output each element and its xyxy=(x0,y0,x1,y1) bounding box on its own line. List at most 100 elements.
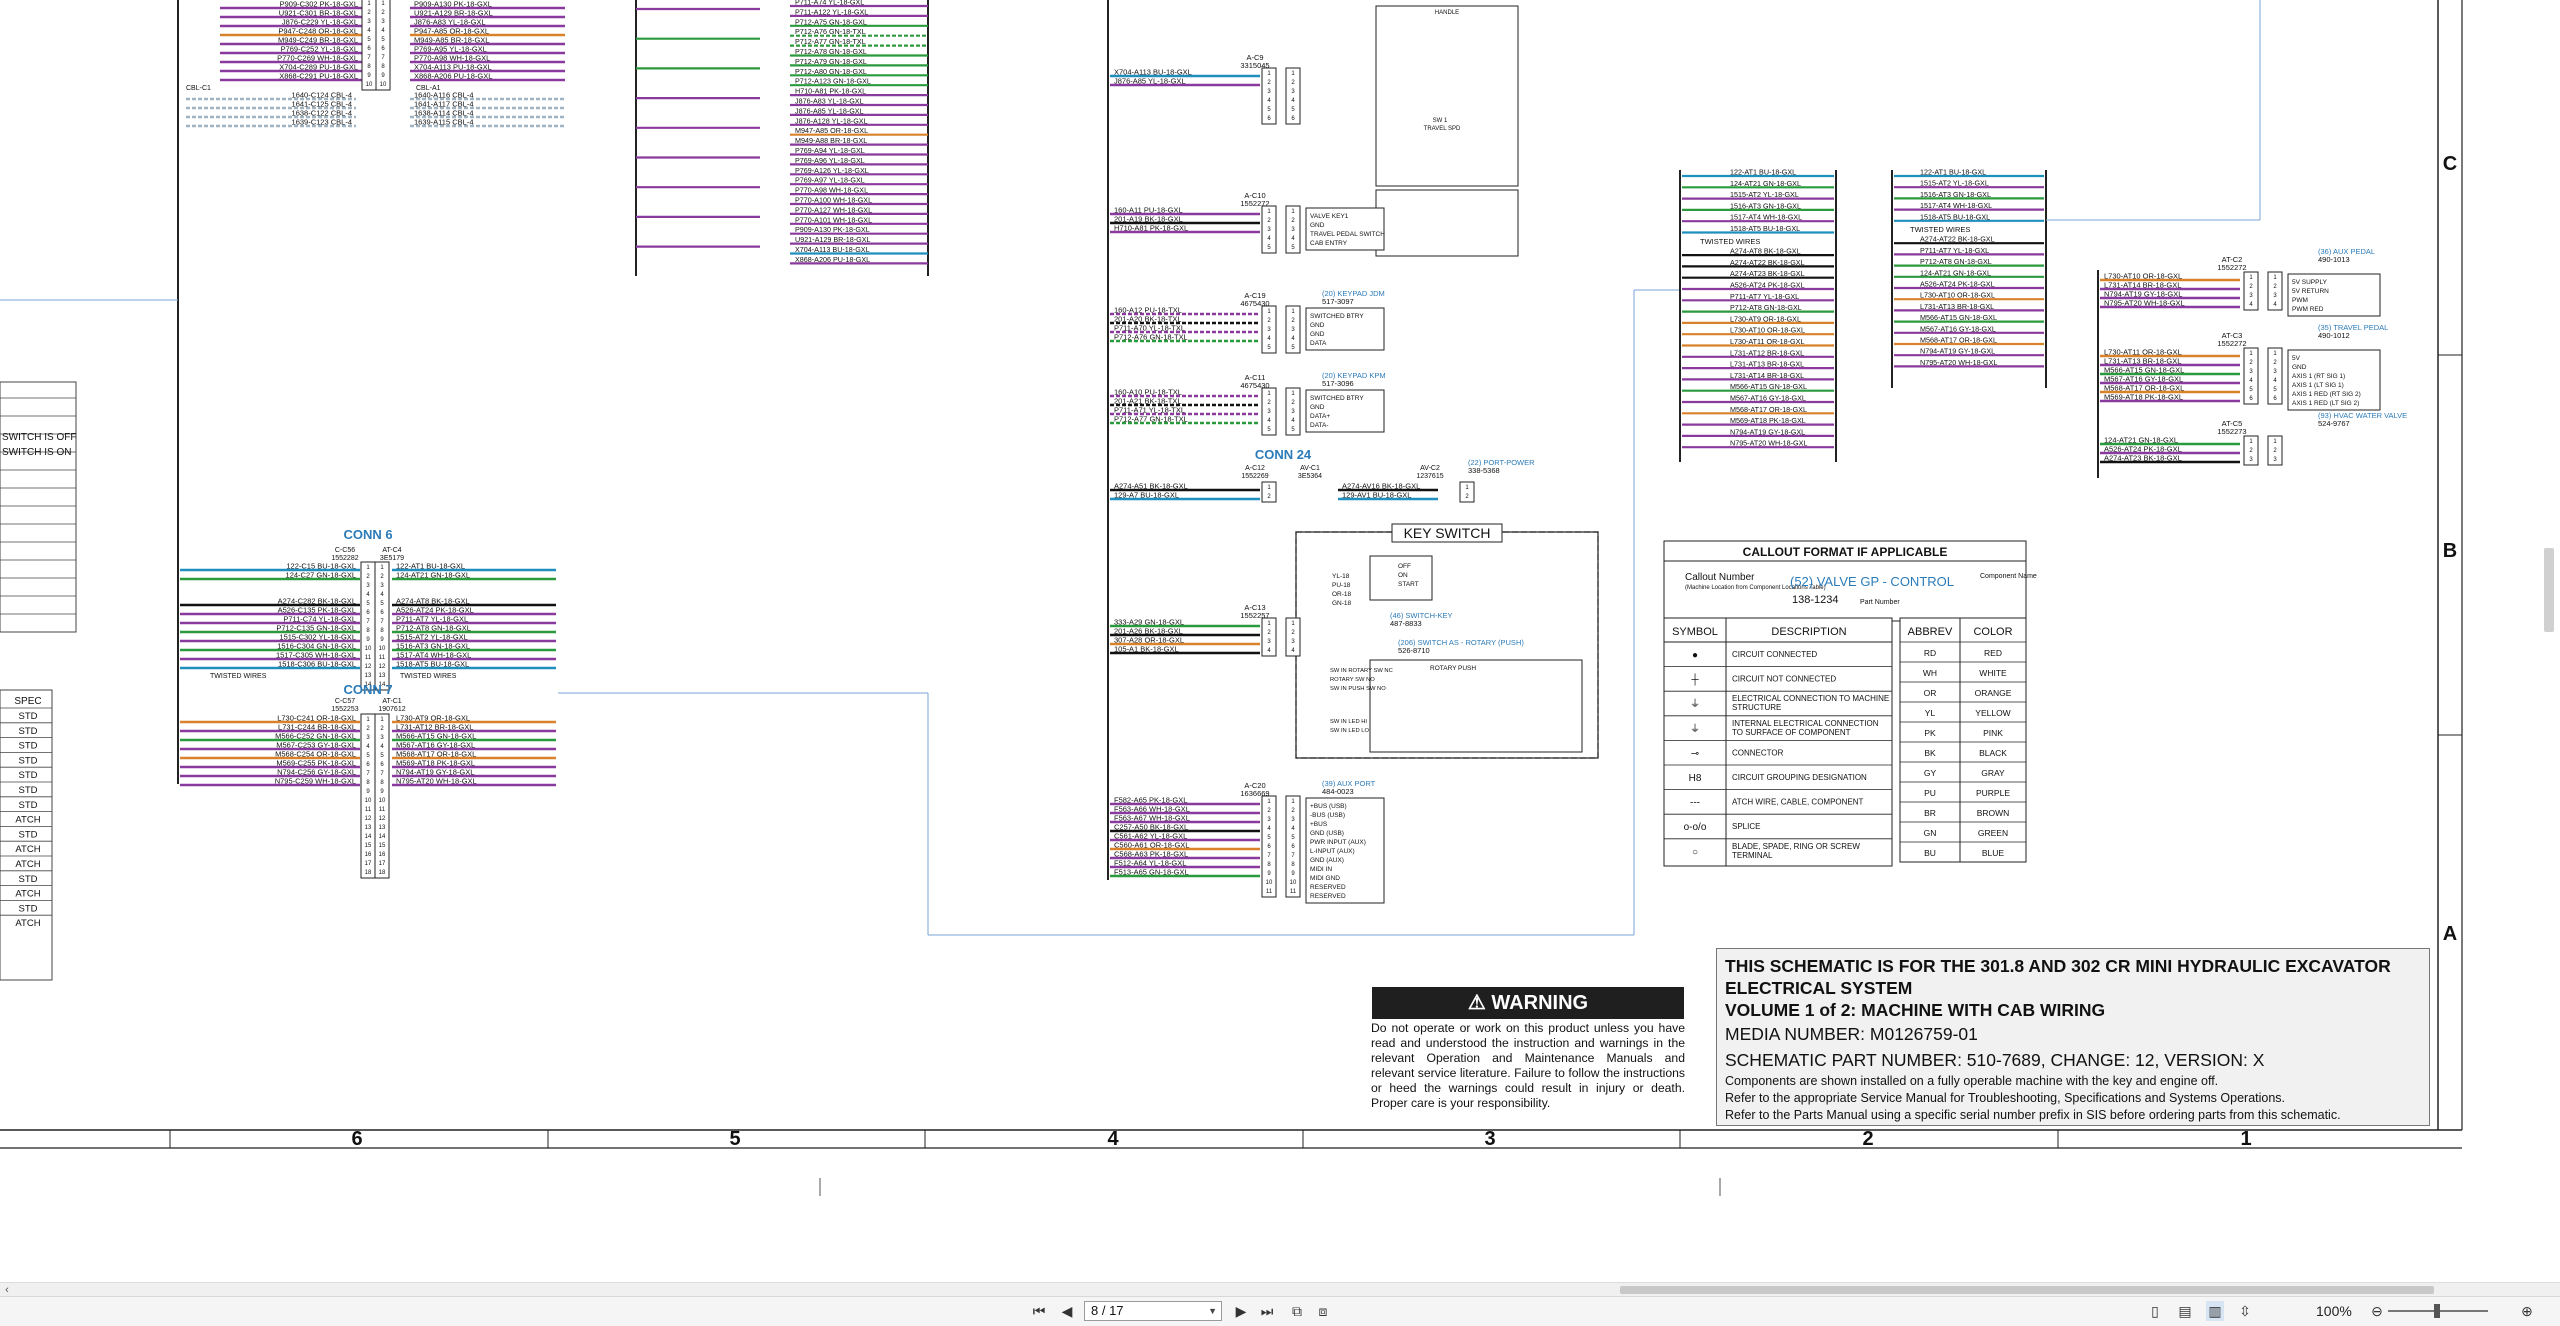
mid-wire-label: P770-A101 WH-18-GXL xyxy=(795,215,872,224)
page-view-icon[interactable]: ⧉ xyxy=(1288,1301,1306,1321)
spec-value: STD xyxy=(19,741,38,752)
page-tile-icon[interactable]: ⧈ xyxy=(1314,1301,1332,1321)
zoom-level[interactable]: 100% xyxy=(2316,1301,2352,1321)
conn7-connector-pin: 14 xyxy=(365,834,372,840)
legend-symbol-header: SYMBOL xyxy=(1672,626,1718,638)
cbl-right-wire-label: 1640-A116 CBL-4 xyxy=(414,91,473,100)
zoom-out-icon[interactable]: ⊖ xyxy=(2368,1301,2386,1321)
last-page-icon[interactable]: ⏭ xyxy=(1258,1301,1276,1321)
warning-heading: ⚠ WARNING xyxy=(1372,987,1684,1019)
continuous-icon[interactable]: ▤ xyxy=(2176,1301,2194,1321)
single-page-icon[interactable]: ▯ xyxy=(2146,1301,2164,1321)
zoom-in-icon[interactable]: ⊕ xyxy=(2518,1301,2536,1321)
abbrev-value: RD xyxy=(1924,648,1936,658)
connector-a-c19-wire-label: 201-A20 BK-18-TXL xyxy=(1114,315,1182,324)
fit-icon[interactable]: ⇳ xyxy=(2236,1301,2254,1321)
media-number: MEDIA NUMBER: M0126759-01 xyxy=(1725,1024,1978,1044)
connector-a-c20-box-label: RESERVED xyxy=(1310,884,1346,891)
connector-at-c3-wire-label: L731-AT13 BR-18-GXL xyxy=(2104,357,2181,366)
conn7-connector-mate-pin: 14 xyxy=(379,834,386,840)
conn7-connector-mate: 123456789101112131415161718 xyxy=(374,713,390,879)
conn6-connector-pin: 13 xyxy=(365,673,372,679)
viewer-toolbar: ⏮ ◀ 8 / 17 ▼ ▶ ⏭ ⧉ ⧈ ▯ ▤ ▥ ⇳ 100% ⊖ ⊕ xyxy=(0,1296,2560,1326)
legend-description: TERMINAL xyxy=(1732,851,1773,860)
right-bundle-label: 124-AT21 GN-18-GXL xyxy=(1730,179,1801,188)
color-value: PURPLE xyxy=(1976,788,2010,798)
callout-part-number: Part Number xyxy=(1860,599,1900,606)
mid-bundle-label: M568-AT17 OR-18-GXL xyxy=(1920,336,1997,345)
conn6-right-wire-label: 1515-AT2 YL-18-GXL xyxy=(396,633,468,642)
conn24-title: CONN 24 xyxy=(1255,447,1312,462)
document-viewport[interactable]: C B A 6 5 4 3 2 1 SWITCH IS OFF SWITCH IS ON SPEC ST… xyxy=(0,0,2560,1282)
page-number-value: 8 / 17 xyxy=(1091,1303,1124,1318)
top-left-connector-pin: 10 xyxy=(366,82,373,88)
right-bundle-label: L731-AT14 BR-18-GXL xyxy=(1730,371,1804,380)
spec-value: STD xyxy=(19,903,38,914)
connector-a-c20-box-label: RESERVED xyxy=(1310,893,1346,900)
mid-bundle-label: 1518-AT5 BU-18-GXL xyxy=(1920,212,1990,221)
connector-a-c20-connector-mate-pin: 10 xyxy=(1290,880,1297,886)
horizontal-scrollbar-thumb[interactable] xyxy=(1620,1286,2434,1294)
keyswitch-pin-label: YL-18 xyxy=(1332,573,1350,580)
legend-description: CIRCUIT GROUPING DESIGNATION xyxy=(1732,773,1867,782)
right-bundle-label: L731-AT13 BR-18-GXL xyxy=(1730,360,1804,369)
legend-description: ATCH WIRE, CABLE, COMPONENT xyxy=(1732,798,1864,807)
legend-symbol: ⏚ xyxy=(1690,723,1700,735)
mid-wire-label: P909-A130 PK-18-GXL xyxy=(795,225,870,234)
horizontal-scrollbar[interactable]: ‹ xyxy=(0,1282,2560,1297)
connector-a-c19-link-pn: 517-3097 xyxy=(1322,297,1354,306)
connector-at-c2-connector-mate: 1234 xyxy=(2267,271,2283,311)
title-note-1: Components are shown installed on a full… xyxy=(1725,1074,2219,1088)
title-note-2: Refer to the appropriate Service Manual … xyxy=(1725,1091,2286,1105)
vertical-scrollbar-thumb[interactable] xyxy=(2544,548,2554,632)
keyswitch-pin-label: OR-18 xyxy=(1332,591,1352,598)
mid-wire-label: P769-A96 YL-18-GXL xyxy=(795,156,865,165)
conn7-right-wire-label: L731-AT12 BR-18-GXL xyxy=(396,723,473,732)
conn7-left-wire-label: L730-C241 OR-18-GXL xyxy=(277,714,356,723)
first-page-icon[interactable]: ⏮ xyxy=(1030,1301,1048,1321)
zoom-slider-knob[interactable] xyxy=(2434,1304,2440,1318)
right-bundle-label: A274-AT23 BK-18-GXL xyxy=(1730,269,1805,278)
connector-at-c3-box-label: GND xyxy=(2292,364,2307,371)
connector-a-c13-connector-mate: 1234 xyxy=(1285,617,1301,657)
scroll-left-icon[interactable]: ‹ xyxy=(0,1283,14,1297)
connector-at-c3-connector: 123456 xyxy=(2243,347,2259,405)
legend-symbol: ○ xyxy=(1692,847,1698,858)
conn7-connector-mate-pin: 10 xyxy=(379,798,386,804)
connector-a-c11-wire-label: P711-A71 YL-18-TXL xyxy=(1114,406,1185,415)
title-line-1: THIS SCHEMATIC IS FOR THE 301.8 AND 302 … xyxy=(1725,956,2391,976)
prev-page-icon[interactable]: ◀ xyxy=(1058,1301,1076,1321)
conn7-right-wire-label: N795-AT20 WH-18-GXL xyxy=(396,777,477,786)
right-bundle-label: A526-AT24 PK-18-GXL xyxy=(1730,281,1805,290)
right-bundle-label: L730-AT9 OR-18-GXL xyxy=(1730,314,1801,323)
two-page-icon[interactable]: ▥ xyxy=(2206,1301,2224,1321)
conn6-left-wire-label: A526-C135 PK-18-GXL xyxy=(278,606,356,615)
right-bundle-label: 1518-AT5 BU-18-GXL xyxy=(1730,224,1800,233)
zoom-slider[interactable] xyxy=(2388,1304,2488,1318)
connector-at-c2-wire-label: L731-AT14 BR-18-GXL xyxy=(2104,281,2181,290)
conn6-right-wire-label: 1517-AT4 WH-18-GXL xyxy=(396,651,471,660)
conn6-connector-pin: 12 xyxy=(365,664,372,670)
conn6-connector-pin: 11 xyxy=(365,655,372,661)
page-number-input[interactable]: 8 / 17 ▼ xyxy=(1084,1301,1222,1321)
legend-description: CIRCUIT NOT CONNECTED xyxy=(1732,675,1836,684)
conn7-left-head: C-C57 xyxy=(335,698,355,705)
conn7-right-wire-label: M569-AT18 PK-18-GXL xyxy=(396,759,475,768)
chevron-down-icon[interactable]: ▼ xyxy=(1208,1302,1217,1320)
spec-value: ATCH xyxy=(15,859,40,870)
grid-row-label: C xyxy=(2443,153,2457,175)
legend-symbol: o-o/o xyxy=(1684,822,1707,833)
connector-at-c2-box-label: 5V RETURN xyxy=(2292,288,2329,295)
connector-a-c20-box-label: +BUS xyxy=(1310,821,1328,828)
conn6-twisted-left: TWISTED WIRES xyxy=(210,673,267,680)
conn6-title: CONN 6 xyxy=(343,527,392,542)
conn7-connector-mate-pin: 17 xyxy=(379,861,386,867)
top-left-wire-label: P909-C302 PK-18-GXL xyxy=(280,0,358,9)
conn7-left-pn: 1552253 xyxy=(331,706,358,713)
abbrev-value: WH xyxy=(1923,668,1937,678)
next-page-icon[interactable]: ▶ xyxy=(1232,1301,1250,1321)
connector-a-c13-wire-label: 333-A29 GN-18-GXL xyxy=(1114,618,1184,627)
mid-bundle-label: A274-AT22 BK-18-GXL xyxy=(1920,235,1995,244)
connector-a-c11-connector-mate: 12345 xyxy=(1285,387,1301,436)
conn6-right-head: AT-C4 xyxy=(382,547,401,554)
